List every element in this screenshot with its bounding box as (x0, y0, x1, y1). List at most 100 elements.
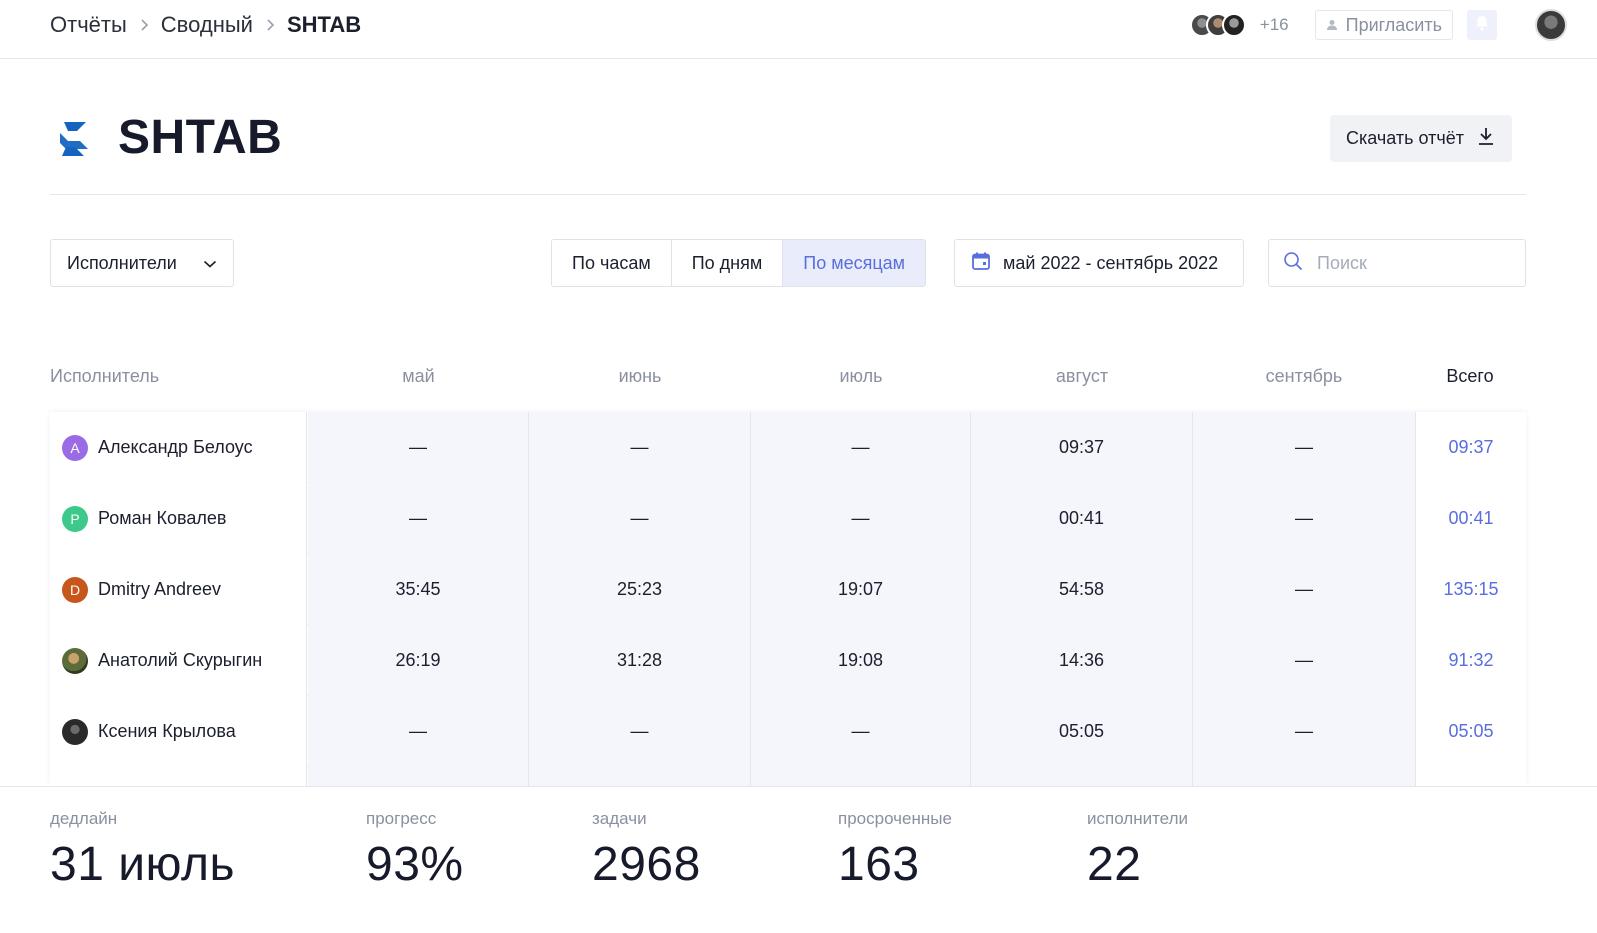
month-cell (971, 767, 1193, 786)
avatar (1221, 13, 1246, 37)
month-cell: 25:23 (529, 554, 751, 625)
month-cell: — (308, 412, 529, 483)
table-header: Исполнитель май июнь июль август сентябр… (50, 362, 1526, 392)
assignee-name: Анатолий Скурыгин (98, 650, 263, 670)
date-range-picker[interactable]: май 2022 - сентябрь 2022 (954, 239, 1244, 287)
group-by-select[interactable]: Исполнители (50, 239, 234, 287)
breadcrumb-current: SHTAB (286, 12, 362, 37)
report-table: А Александр Белоус — — — 09:37 — 09:37 Р… (50, 412, 1526, 786)
column-header-may: май (402, 366, 435, 386)
invite-label: Пригласить (1345, 14, 1442, 35)
month-cell (529, 767, 751, 786)
download-report-button[interactable]: Скачать отчёт (1330, 115, 1512, 162)
stat-label: просроченные (838, 809, 952, 828)
chevron-right-icon (127, 18, 161, 32)
month-cell: 19:08 (751, 625, 971, 696)
month-cell: — (529, 483, 751, 554)
breadcrumb-reports[interactable]: Отчёты (50, 12, 127, 38)
avatar (62, 718, 88, 745)
month-cell: 00:41 (971, 483, 1193, 554)
invite-button[interactable]: Пригласить (1314, 10, 1453, 40)
month-cell: — (751, 483, 971, 554)
table-row[interactable]: Р Роман Ковалев — — — 00:41 — 00:41 (50, 483, 1526, 554)
summary-stats: дедлайн 31 июль прогресс 93% задачи 2968… (0, 786, 1597, 933)
avatar: А (62, 434, 88, 461)
total-cell (1416, 767, 1526, 786)
month-cell: — (529, 696, 751, 767)
notifications-button[interactable] (1467, 10, 1497, 40)
table-row[interactable]: Ксения Крылова — — — 05:05 — 05:05 (50, 696, 1526, 767)
month-cell: — (308, 696, 529, 767)
stat-value: 93% (366, 838, 464, 891)
stat-label: дедлайн (50, 809, 118, 828)
month-cell: — (751, 696, 971, 767)
chevron-down-icon (203, 253, 217, 274)
total-cell[interactable]: 135:15 (1416, 554, 1526, 625)
top-bar: Отчёты Сводный SHTAB +16 Пригласить (0, 0, 1597, 59)
total-cell[interactable]: 05:05 (1416, 696, 1526, 767)
tab-days[interactable]: По дням (671, 240, 784, 286)
month-cell: 26:19 (308, 625, 529, 696)
assignee-name: Ксения Крылова (98, 721, 236, 741)
stat-tasks: задачи 2968 (592, 809, 701, 892)
tab-months[interactable]: По месяцам (783, 240, 926, 286)
total-cell[interactable]: 00:41 (1416, 483, 1526, 554)
stat-assignees: исполнители 22 (1087, 809, 1188, 892)
month-cell: 35:45 (308, 554, 529, 625)
chevron-right-icon (253, 18, 287, 32)
assignee-cell: Р Роман Ковалев (50, 483, 307, 554)
assignee-cell: Анатолий Скурыгин (50, 625, 307, 696)
month-cell: 31:28 (529, 625, 751, 696)
user-avatar[interactable] (1535, 9, 1567, 41)
stat-deadline: дедлайн 31 июль (50, 809, 235, 892)
column-header-june: июнь (618, 366, 662, 386)
search-icon (1283, 251, 1303, 276)
tab-hours[interactable]: По часам (552, 240, 672, 286)
table-row[interactable]: D Dmitry Andreev 35:45 25:23 19:07 54:58… (50, 554, 1526, 625)
stat-label: задачи (592, 809, 647, 828)
month-cell: 05:05 (971, 696, 1193, 767)
table-row[interactable] (50, 767, 1526, 786)
calendar-icon (971, 251, 991, 276)
month-cell: — (1193, 483, 1416, 554)
assignee-cell: D Dmitry Andreev (50, 554, 307, 625)
month-cell: — (529, 412, 751, 483)
month-cell: 09:37 (971, 412, 1193, 483)
total-cell[interactable]: 91:32 (1416, 625, 1526, 696)
avatar: D (62, 576, 88, 603)
team-avatars[interactable] (1189, 13, 1246, 37)
project-header: SHTAB Скачать отчёт (50, 100, 1526, 195)
search-field[interactable] (1268, 239, 1526, 287)
column-header-assignee: Исполнитель (50, 366, 160, 386)
column-header-september: сентябрь (1265, 366, 1343, 386)
table-row[interactable]: А Александр Белоус — — — 09:37 — 09:37 (50, 412, 1526, 483)
extra-members-count[interactable]: +16 (1260, 15, 1289, 35)
shtab-logo-icon (60, 122, 88, 156)
total-cell[interactable]: 09:37 (1416, 412, 1526, 483)
avatar (62, 647, 88, 674)
month-cell: — (1193, 554, 1416, 625)
download-icon (1476, 126, 1496, 151)
period-switcher: По часам По дням По месяцам (551, 239, 927, 287)
month-cell (1193, 767, 1416, 786)
breadcrumb: Отчёты Сводный SHTAB (50, 10, 361, 40)
search-input[interactable] (1317, 252, 1507, 274)
group-by-value: Исполнители (67, 252, 177, 273)
filters-bar: Исполнители По часам По дням По месяцам … (50, 239, 1526, 287)
breadcrumb-summary[interactable]: Сводный (161, 12, 253, 38)
stat-value: 31 июль (50, 838, 235, 891)
month-cell: 54:58 (971, 554, 1193, 625)
month-cell: — (751, 412, 971, 483)
assignee-cell: А Александр Белоус (50, 412, 307, 483)
stat-label: прогресс (366, 809, 437, 828)
month-cell: 19:07 (751, 554, 971, 625)
stat-value: 2968 (592, 838, 701, 891)
assignee-cell: Ксения Крылова (50, 696, 307, 767)
assignee-name: Роман Ковалев (98, 508, 227, 528)
assignee-name: Dmitry Andreev (98, 579, 222, 599)
stat-value: 163 (838, 838, 920, 891)
table-row[interactable]: Анатолий Скурыгин 26:19 31:28 19:08 14:3… (50, 625, 1526, 696)
stat-progress: прогресс 93% (366, 809, 464, 892)
month-cell: — (1193, 412, 1416, 483)
month-cell: — (308, 483, 529, 554)
